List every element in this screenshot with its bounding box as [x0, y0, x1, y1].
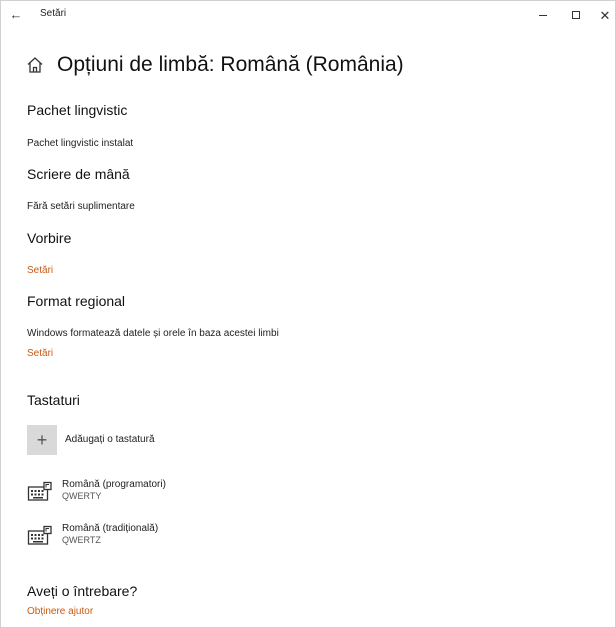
- keyboard-name: Română (tradițională): [62, 523, 159, 534]
- regional-format-description: Windows formatează datele și orele în ba…: [27, 328, 279, 339]
- page-title: Opțiuni de limbă: Română (România): [57, 53, 404, 76]
- title-bar: ← Setări ✕: [1, 1, 615, 31]
- keyboard-layout: QWERTY: [62, 491, 102, 501]
- language-pack-title: Pachet lingvistic: [27, 102, 128, 118]
- keyboard-item[interactable]: Română (programatori) QWERTY: [27, 479, 166, 503]
- handwriting-title: Scriere de mână: [27, 166, 130, 182]
- close-button[interactable]: ✕: [593, 5, 616, 25]
- keyboard-name: Română (programatori): [62, 479, 166, 490]
- keyboard-item[interactable]: Română (tradițională) QWERTZ: [27, 523, 158, 547]
- keyboard-icon: [27, 481, 52, 501]
- speech-title: Vorbire: [27, 230, 72, 246]
- keyboard-icon: [27, 525, 52, 545]
- regional-format-settings-link[interactable]: Setări: [27, 348, 53, 359]
- add-keyboard-label: Adăugați o tastatură: [65, 434, 155, 445]
- page-header: Opțiuni de limbă: Română (România): [25, 53, 404, 77]
- home-icon[interactable]: [25, 55, 45, 75]
- keyboards-title: Tastaturi: [27, 392, 80, 408]
- language-pack-status: Pachet lingvistic instalat: [27, 138, 134, 149]
- plus-icon: +: [27, 425, 57, 455]
- minimize-button[interactable]: [531, 5, 555, 25]
- keyboard-layout: QWERTZ: [62, 535, 101, 545]
- maximize-button[interactable]: [564, 5, 588, 25]
- help-title: Aveți o întrebare?: [27, 583, 138, 599]
- handwriting-status: Fără setări suplimentare: [27, 201, 135, 212]
- get-help-link[interactable]: Obținere ajutor: [27, 606, 93, 617]
- app-title: Setări: [40, 8, 67, 19]
- back-arrow-icon[interactable]: ←: [7, 6, 25, 24]
- regional-format-title: Format regional: [27, 293, 126, 309]
- add-keyboard-button[interactable]: + Adăugați o tastatură: [27, 425, 155, 455]
- speech-settings-link[interactable]: Setări: [27, 265, 53, 276]
- maximize-icon: [572, 11, 580, 19]
- close-icon: ✕: [599, 7, 611, 23]
- minimize-icon: [539, 14, 547, 16]
